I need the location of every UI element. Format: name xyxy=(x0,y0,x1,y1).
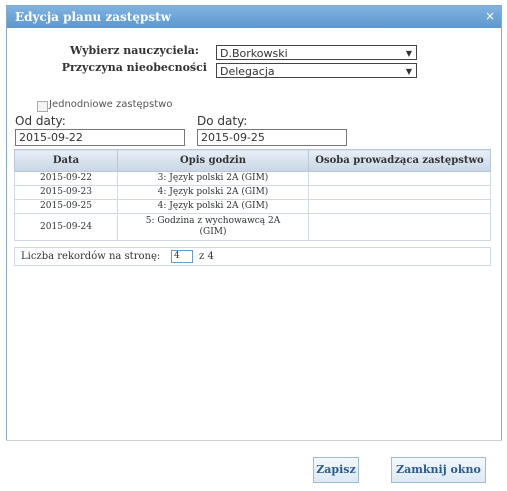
chevron-down-icon: ▼ xyxy=(405,67,412,76)
per-page-label: Liczba rekordów na stronę: xyxy=(21,251,161,262)
cell-hours: 5: Godzina z wychowawcą 2A (GIM) xyxy=(117,213,309,241)
close-icon[interactable]: × xyxy=(485,9,495,23)
reason-select-value: Delegacja xyxy=(220,65,275,78)
cell-substitute[interactable] xyxy=(308,185,491,200)
edit-substitution-dialog: Edycja planu zastępstw × Wybierz nauczyc… xyxy=(6,5,502,485)
from-date-input[interactable]: 2015-09-22 xyxy=(15,129,185,146)
cell-date: 2015-09-24 xyxy=(14,213,118,241)
table-pager: Liczba rekordów na stronę: 4 z 4 xyxy=(14,247,491,266)
cell-hours: 4: Język polski 2A (GIM) xyxy=(117,199,309,214)
table-header-row: Data Opis godzin Osoba prowadząca zastęp… xyxy=(14,149,491,172)
dialog-button-bar: Zapisz Zamknij okno xyxy=(6,440,502,485)
cell-date: 2015-09-25 xyxy=(14,199,118,214)
column-header-hours[interactable]: Opis godzin xyxy=(117,149,309,172)
one-day-checkbox[interactable] xyxy=(37,101,48,112)
to-date-label: Do daty: xyxy=(197,114,248,128)
dialog-title: Edycja planu zastępstw xyxy=(15,10,172,24)
close-window-button[interactable]: Zamknij okno xyxy=(391,457,486,483)
teacher-select[interactable]: D.Borkowski ▼ xyxy=(216,45,417,60)
column-header-substitute[interactable]: Osoba prowadząca zastępstwo xyxy=(308,149,491,172)
substitutions-table: Data Opis godzin Osoba prowadząca zastęp… xyxy=(14,149,491,241)
records-total: z 4 xyxy=(199,251,214,262)
from-date-label: Od daty: xyxy=(15,114,66,128)
teacher-select-value: D.Borkowski xyxy=(220,47,288,60)
chevron-down-icon: ▼ xyxy=(405,49,412,58)
cell-substitute[interactable] xyxy=(308,213,491,241)
table-row[interactable]: 2015-09-24 5: Godzina z wychowawcą 2A (G… xyxy=(14,213,491,241)
cell-date: 2015-09-23 xyxy=(14,185,118,200)
save-button[interactable]: Zapisz xyxy=(313,457,359,483)
cell-substitute[interactable] xyxy=(308,171,491,186)
to-date-input[interactable]: 2015-09-25 xyxy=(197,129,347,146)
cell-substitute[interactable] xyxy=(308,199,491,214)
dialog-titlebar[interactable]: Edycja planu zastępstw × xyxy=(7,6,501,28)
per-page-input[interactable]: 4 xyxy=(171,250,193,263)
reason-select[interactable]: Delegacja ▼ xyxy=(216,63,417,78)
column-header-date[interactable]: Data xyxy=(14,149,118,172)
table-row[interactable]: 2015-09-23 4: Język polski 2A (GIM) xyxy=(14,185,491,200)
table-row[interactable]: 2015-09-22 3: Język polski 2A (GIM) xyxy=(14,171,491,186)
cell-hours: 4: Język polski 2A (GIM) xyxy=(117,185,309,200)
table-row[interactable]: 2015-09-25 4: Język polski 2A (GIM) xyxy=(14,199,491,214)
cell-hours: 3: Język polski 2A (GIM) xyxy=(117,171,309,186)
one-day-label: Jednodniowe zastępstwo xyxy=(49,99,173,110)
reason-label: Przyczyna nieobecności xyxy=(61,61,207,74)
cell-date: 2015-09-22 xyxy=(14,171,118,186)
teacher-label: Wybierz nauczyciela: xyxy=(70,44,199,57)
